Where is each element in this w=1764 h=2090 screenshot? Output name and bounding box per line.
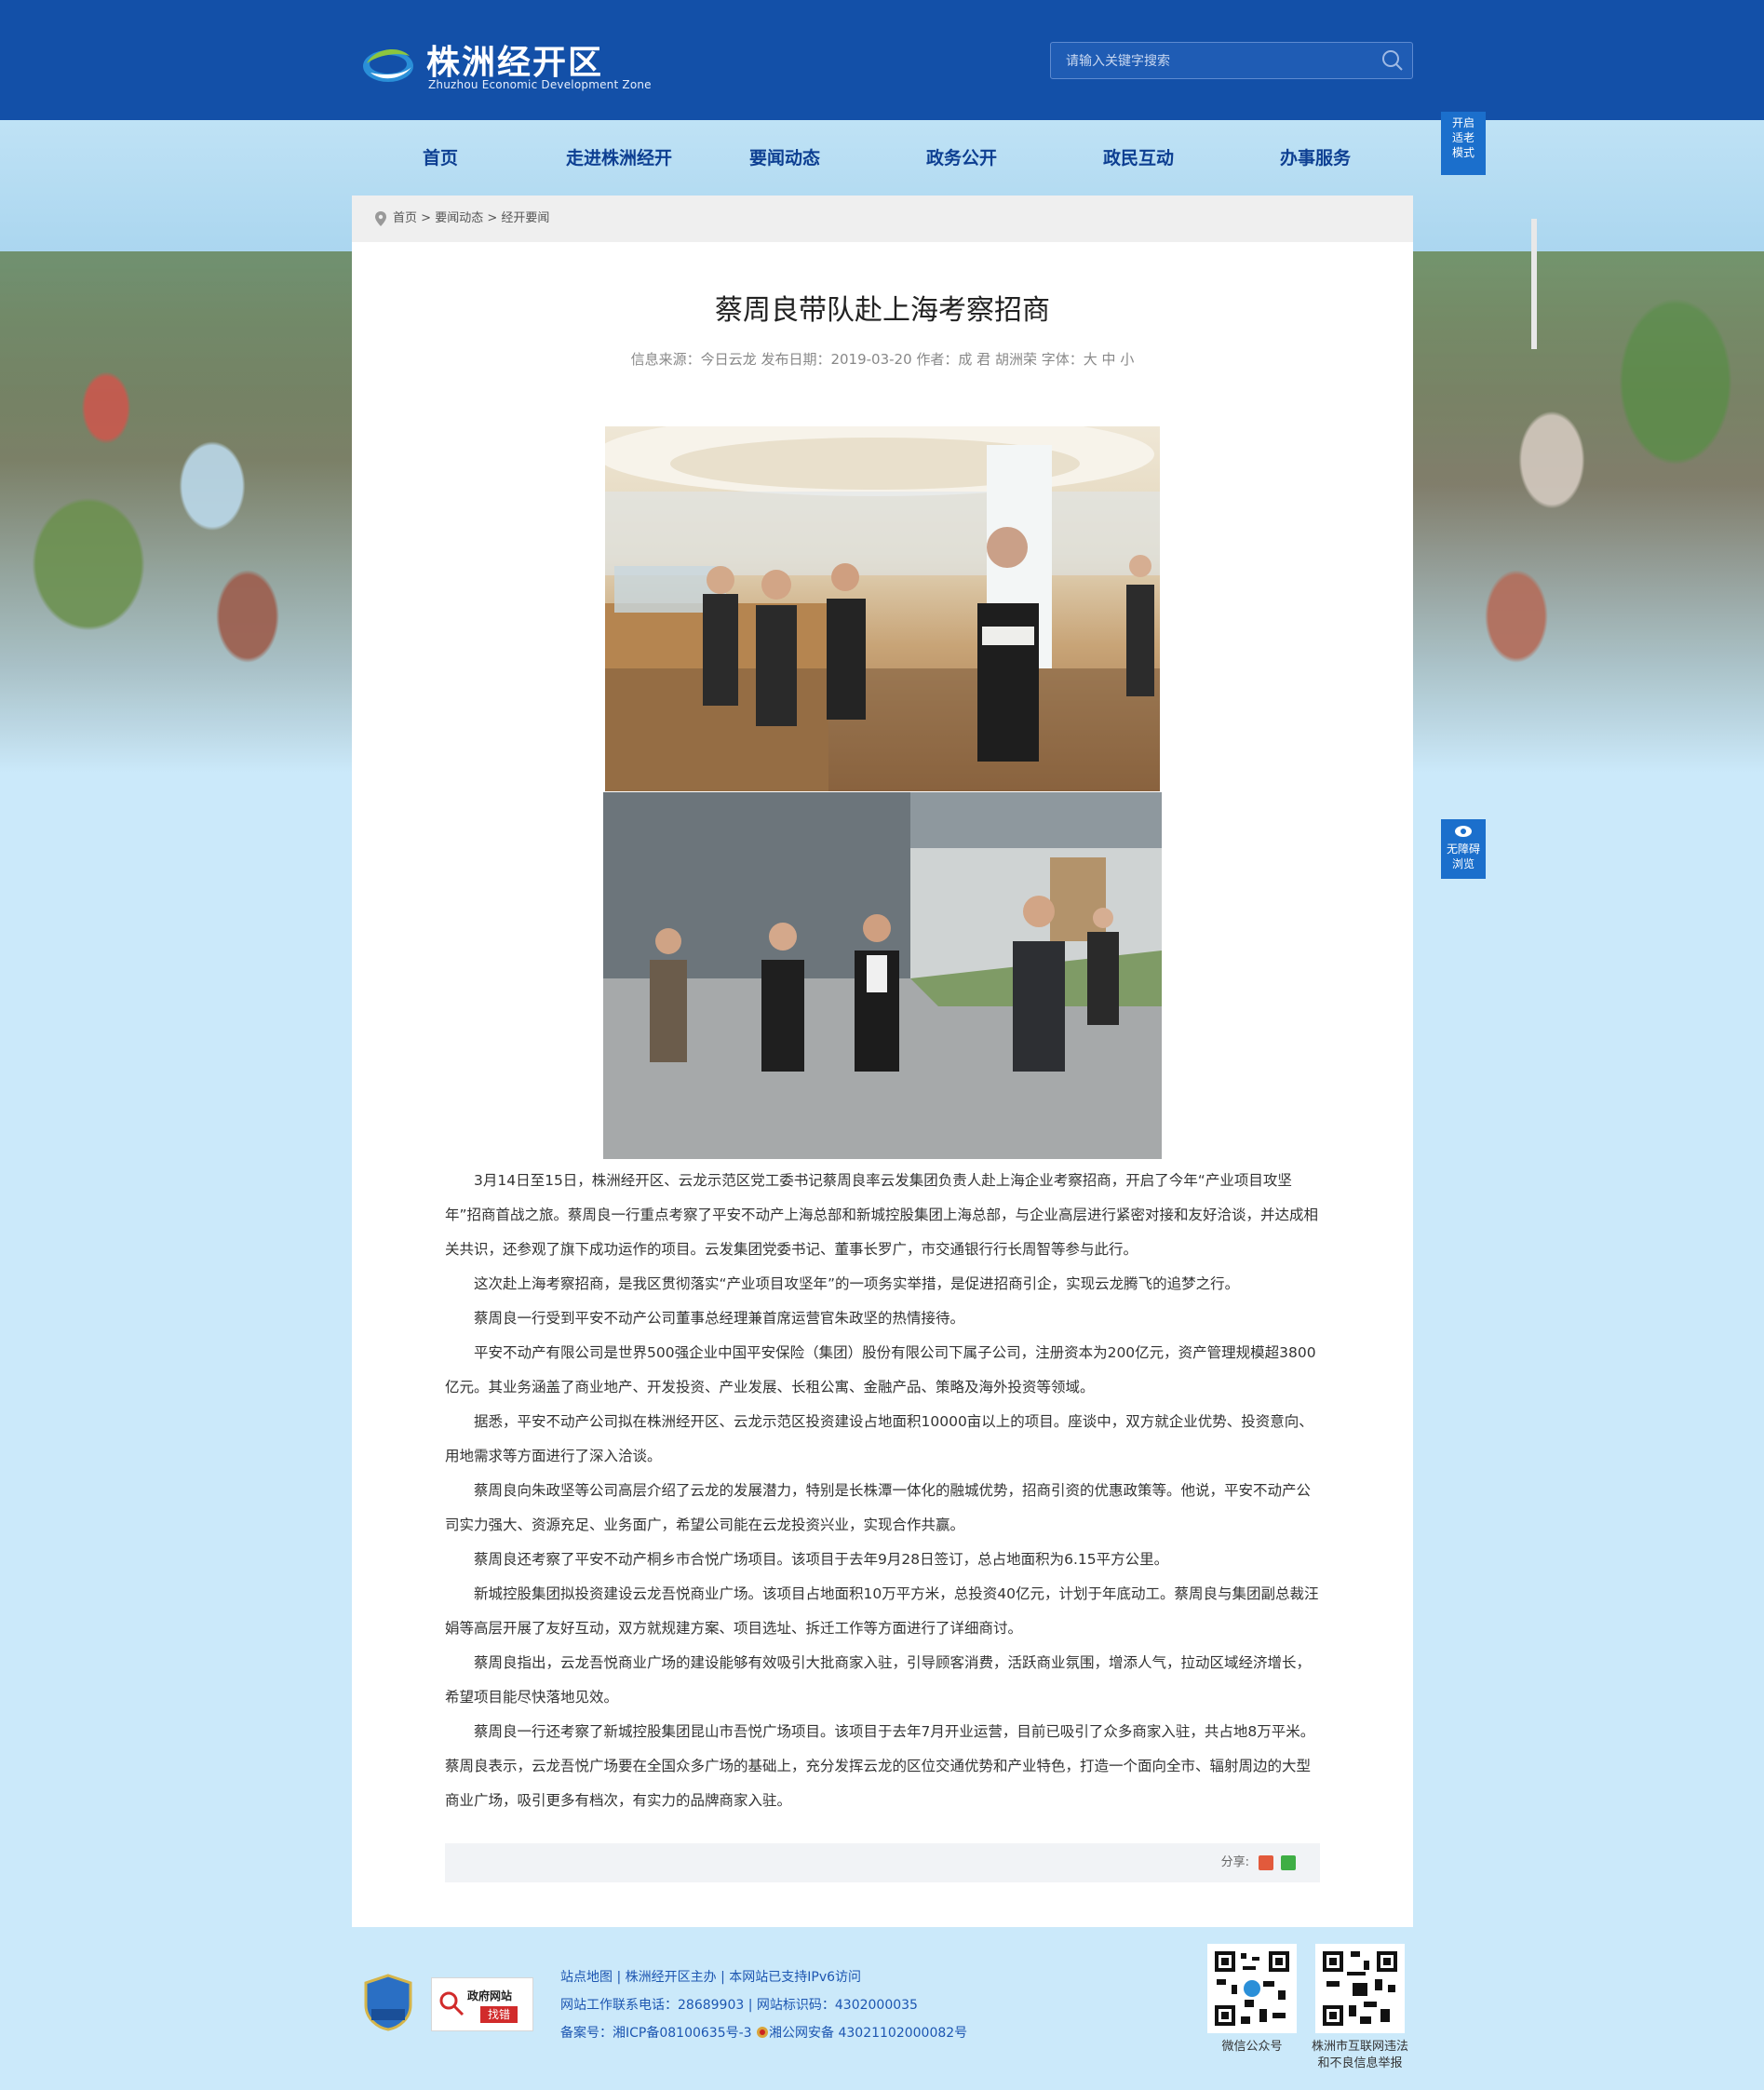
error-report-title: 政府网站 [467,1989,513,2002]
police-record-link[interactable]: 湘公网安备 43021102000082号 [769,2026,967,2041]
ipv6-text: 本网站已支持IPv6访问 [729,1970,862,1985]
site-header: 株洲经开区 Zhuzhou Economic Development Zone [0,0,1764,120]
public-institution-badge-icon[interactable] [364,1974,412,2031]
accessibility-label-2: 浏览 [1451,857,1474,870]
magnifier-icon [439,1991,465,2016]
breadcrumb-news[interactable]: 要闻动态 [435,211,483,225]
contact-phone: 网站工作联系电话：28689903 [560,1998,745,2013]
site-logo[interactable]: 株洲经开区 Zhuzhou Economic Development Zone [361,34,652,95]
logo-emblem-icon [363,49,413,82]
article-photo-office-visit [605,426,1160,791]
photo-plaza-illustration [603,792,1162,1159]
font-size-label: 字体： [1041,351,1084,368]
article-paragraph: 平安不动产有限公司是世界500强企业中国平安保险（集团）股份有限公司下属子公司，… [445,1344,1316,1396]
content-panel: 首页 > 要闻动态 > 经开要闻 蔡周良带队赴上海考察招商 信息来源：今日云龙 … [352,196,1413,1927]
article-paragraph: 新城控股集团拟投资建设云龙吾悦商业广场。该项目占地面积10万平方米，总投资40亿… [445,1585,1319,1637]
breadcrumb-separator: > [483,211,502,225]
nav-item-home[interactable]: 首页 [389,130,491,186]
search-box [1050,42,1413,80]
footer-links: 站点地图 | 株洲经开区主办 | 本网站已支持IPv6访问 [560,1970,862,1985]
background-town-right [1410,251,1764,773]
icp-link[interactable]: 湘ICP备08100635号-3 [613,2026,752,2041]
report-qr-code [1315,1944,1405,2033]
footer-icp: 备案号：湘ICP备08100635号-3 湘公网安备 4302110200008… [560,2023,967,2042]
article-paragraph: 蔡周良一行受到平安不动产公司董事总经理兼首席运营官朱政坚的热情接待。 [474,1310,965,1327]
photo-office-illustration [605,426,1160,791]
article-title: 蔡周良带队赴上海考察招商 [715,294,1050,327]
location-pin-icon [375,211,386,226]
search-input[interactable] [1064,43,1366,80]
qr-code-icon [1319,1948,1401,2029]
breadcrumb-separator: > [417,211,436,225]
share-label: 分享: [1220,1855,1249,1869]
police-badge-icon [757,2027,769,2038]
report-qr-caption: 株洲市互联网违法 和不良信息举报 [1299,2039,1421,2072]
article-paragraph: 这次赴上海考察招商，是我区贯彻落实“产业项目攻坚年”的一项务实举措，是促进招商引… [474,1275,1240,1292]
eye-icon [1455,826,1472,837]
qr-code-icon [1211,1948,1293,2029]
gov-site-error-report-button[interactable]: 政府网站 找错 [431,1977,533,2031]
nav-item-about[interactable]: 走进株洲经开 [549,130,689,186]
share-bar: 分享: [445,1843,1320,1882]
font-size-medium[interactable]: 中 [1102,351,1116,368]
article-paragraph: 蔡周良还考察了平安不动产桐乡市合悦广场项目。该项目于去年9月28日签订，总占地面… [474,1551,1169,1568]
main-nav: 首页 走进株洲经开 要闻动态 政务公开 政民互动 办事服务 [352,130,1413,186]
report-qr-caption-line1: 株洲市互联网违法 [1311,2040,1408,2054]
background-town-left [0,251,354,773]
nav-item-interaction[interactable]: 政民互动 [1078,130,1199,186]
elder-mode-label-3: 模式 [1451,146,1474,159]
error-report-label: 找错 [480,2006,518,2023]
article-body: 3月14日至15日，株洲经开区、云龙示范区党工委书记蔡周良率云发集团负责人赴上海… [445,1164,1320,1818]
font-size-small[interactable]: 小 [1120,351,1134,368]
weibo-share-icon[interactable] [1259,1855,1273,1870]
wechat-qr-caption: 微信公众号 [1221,2040,1283,2054]
icp-label: 备案号： [560,2026,613,2041]
article-paragraph: 据悉，平安不动产公司拟在株洲经开区、云龙示范区投资建设占地面积10000亩以上的… [445,1413,1313,1464]
nav-item-services[interactable]: 办事服务 [1255,130,1376,186]
breadcrumb-bar: 首页 > 要闻动态 > 经开要闻 [352,196,1413,242]
nav-item-news[interactable]: 要闻动态 [724,130,845,186]
accessibility-label-1: 无障碍 [1446,843,1480,856]
article-date: 发布日期：2019-03-20 [761,351,912,368]
footer-contact: 网站工作联系电话：28689903 | 网站标识码：4302000035 [560,1998,918,2013]
wechat-qr-code [1207,1944,1297,2033]
article-paragraph: 3月14日至15日，株洲经开区、云龙示范区党工委书记蔡周良率云发集团负责人赴上海… [445,1172,1319,1258]
host-text: 株洲经开区主办 [625,1970,717,1985]
background-tower [1531,219,1537,349]
logo-text-en: Zhuzhou Economic Development Zone [428,78,652,91]
logo-text-cn: 株洲经开区 [426,44,604,82]
sitemap-link[interactable]: 站点地图 [560,1970,613,1985]
article-meta: 信息来源：今日云龙 发布日期：2019-03-20 作者：成 君 胡洲荣 字体：… [352,349,1413,369]
elder-mode-label-2: 适老 [1451,131,1474,144]
article-author: 作者：成 君 胡洲荣 [916,351,1037,368]
accessibility-button[interactable]: 无障碍 浏览 [1441,819,1486,879]
site-code: 网站标识码：4302000035 [756,1998,918,2013]
article-paragraph: 蔡周良指出，云龙吾悦商业广场的建设能够有效吸引大批商家入驻，引导顾客消费，活跃商… [445,1654,1312,1706]
font-size-large[interactable]: 大 [1084,351,1097,368]
article-paragraph: 蔡周良向朱政坚等公司高层介绍了云龙的发展潜力，特别是长株潭一体化的融城优势，招商… [445,1482,1312,1533]
elder-mode-button[interactable]: 开启 适老 模式 [1441,112,1486,175]
article-source: 信息来源：今日云龙 [630,351,757,368]
nav-item-gov-affairs[interactable]: 政务公开 [901,130,1022,186]
search-icon[interactable] [1379,47,1407,74]
breadcrumb-current[interactable]: 经开要闻 [501,211,549,225]
wechat-share-icon[interactable] [1281,1855,1296,1870]
article-photo-plaza-visit [603,792,1162,1159]
article-paragraph: 蔡周良一行还考察了新城控股集团昆山市吾悦广场项目。该项目于去年7月开业运营，目前… [445,1723,1315,1809]
breadcrumb: 首页 > 要闻动态 > 经开要闻 [393,196,549,242]
breadcrumb-home[interactable]: 首页 [393,211,417,225]
report-qr-caption-line2: 和不良信息举报 [1317,2056,1403,2070]
elder-mode-label-1: 开启 [1451,116,1474,129]
